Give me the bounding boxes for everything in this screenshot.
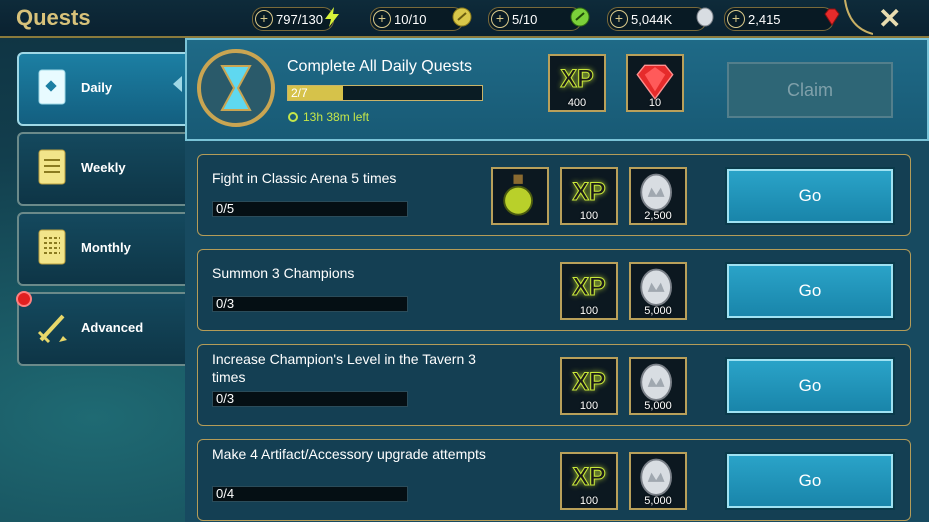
clock-icon [288, 112, 298, 122]
reward-value: 5,000 [644, 400, 672, 412]
resource-silver[interactable]: + 5,044K [607, 7, 714, 31]
silver-key-count: 10/10 [394, 11, 427, 27]
tab-label: Advanced [81, 320, 144, 335]
plus-icon[interactable]: + [373, 10, 391, 28]
plus-icon[interactable]: + [491, 10, 509, 28]
quest-title: Increase Champion's Level in the Tavern … [212, 351, 476, 385]
tab-label: Monthly [81, 240, 131, 255]
reward-silver: 5,000 [629, 262, 687, 320]
reward-xp: XP 100 [560, 357, 618, 415]
go-button[interactable]: Go [725, 262, 895, 320]
progress-text: 0/5 [216, 201, 235, 216]
xp-icon: XP [572, 273, 606, 302]
tab-label: Daily [81, 80, 113, 95]
close-icon[interactable]: ✕ [878, 2, 901, 35]
xp-icon: XP [572, 463, 606, 492]
top-bar: Quests + 797/130 + 10/10 + 5/10 + 5,044K… [0, 0, 929, 38]
daily-scroll-icon [38, 69, 66, 105]
tab-daily[interactable]: Daily [17, 52, 189, 126]
resource-energy[interactable]: + 797/130 [252, 7, 339, 31]
timer-text: 13h 38m left [303, 110, 370, 124]
silver-coin-icon [696, 7, 714, 27]
reward-value: 100 [579, 400, 599, 412]
reward-value: 2,500 [644, 210, 672, 222]
corner-ornament-icon [844, 0, 873, 35]
quest-card: Increase Champion's Level in the Tavern … [197, 344, 911, 426]
quest-card: Fight in Classic Arena 5 times 0/5 XP 10… [197, 154, 911, 236]
notification-badge [16, 291, 32, 307]
plus-icon[interactable]: + [255, 10, 273, 28]
potion-icon [503, 174, 534, 216]
xp-icon: XP [572, 368, 606, 397]
daily-goal-title: Complete All Daily Quests [287, 58, 472, 75]
quest-title: Make 4 Artifact/Accessory upgrade attemp… [212, 446, 486, 462]
go-button[interactable]: Go [725, 357, 895, 415]
reward-potion [491, 167, 549, 225]
reward-value: 5,000 [644, 495, 672, 507]
progress-text: 0/3 [216, 296, 235, 311]
progress-text: 0/3 [216, 391, 235, 406]
quest-card: Summon 3 Champions 0/3 XP 100 5,000 Go [197, 249, 911, 331]
reward-silver: 5,000 [629, 452, 687, 510]
timer: 13h 38m left [288, 110, 369, 124]
hourglass-icon [197, 49, 275, 127]
reward-silver: 2,500 [629, 167, 687, 225]
active-tab-pointer [173, 76, 182, 92]
quest-progress: 0/4 [212, 486, 408, 502]
go-button[interactable]: Go [725, 167, 895, 225]
xp-icon: XP [572, 178, 606, 207]
resource-green-keys[interactable]: + 5/10 [488, 7, 590, 31]
weekly-scroll-icon [38, 149, 66, 185]
page-title: Quests [16, 5, 91, 30]
silver-key-icon [452, 7, 472, 27]
reward-xp: XP 400 [548, 54, 606, 112]
gem-count: 2,415 [748, 11, 781, 27]
daily-goal-progress: 2/7 [287, 85, 483, 101]
plus-icon[interactable]: + [727, 10, 745, 28]
reward-value: 100 [579, 305, 599, 317]
tab-monthly[interactable]: Monthly [17, 212, 189, 286]
resource-gems[interactable]: + 2,415 [724, 7, 840, 31]
monthly-scroll-icon [38, 229, 66, 265]
reward-value: 10 [648, 97, 662, 109]
quest-progress: 0/3 [212, 391, 408, 407]
tab-advanced[interactable]: Advanced [17, 292, 189, 366]
reward-value: 100 [579, 210, 599, 222]
quest-title: Summon 3 Champions [212, 265, 355, 281]
tab-label: Weekly [81, 160, 126, 175]
reward-gems: 10 [626, 54, 684, 112]
progress-text: 0/4 [216, 486, 235, 501]
resource-silver-keys[interactable]: + 10/10 [370, 7, 472, 31]
green-key-icon [570, 7, 590, 27]
quest-title: Fight in Classic Arena 5 times [212, 170, 397, 186]
tab-weekly[interactable]: Weekly [17, 132, 189, 206]
quest-progress: 0/5 [212, 201, 408, 217]
reward-value: 400 [567, 97, 587, 109]
go-button[interactable]: Go [725, 452, 895, 510]
reward-value: 5,000 [644, 305, 672, 317]
reward-xp: XP 100 [560, 167, 618, 225]
reward-xp: XP 100 [560, 452, 618, 510]
claim-button[interactable]: Claim [727, 62, 893, 118]
silver-count: 5,044K [631, 11, 673, 27]
quest-card: Make 4 Artifact/Accessory upgrade attemp… [197, 439, 911, 521]
progress-text: 2/7 [291, 86, 308, 100]
plus-icon[interactable]: + [610, 10, 628, 28]
energy-count: 797/130 [276, 11, 323, 27]
reward-xp: XP 100 [560, 262, 618, 320]
xp-icon: XP [560, 65, 594, 94]
quest-progress: 0/3 [212, 296, 408, 312]
gem-icon [824, 8, 840, 26]
green-key-count: 5/10 [512, 11, 538, 27]
reward-value: 100 [579, 495, 599, 507]
reward-silver: 5,000 [629, 357, 687, 415]
advanced-sword-icon [37, 314, 67, 344]
energy-icon [325, 7, 339, 27]
